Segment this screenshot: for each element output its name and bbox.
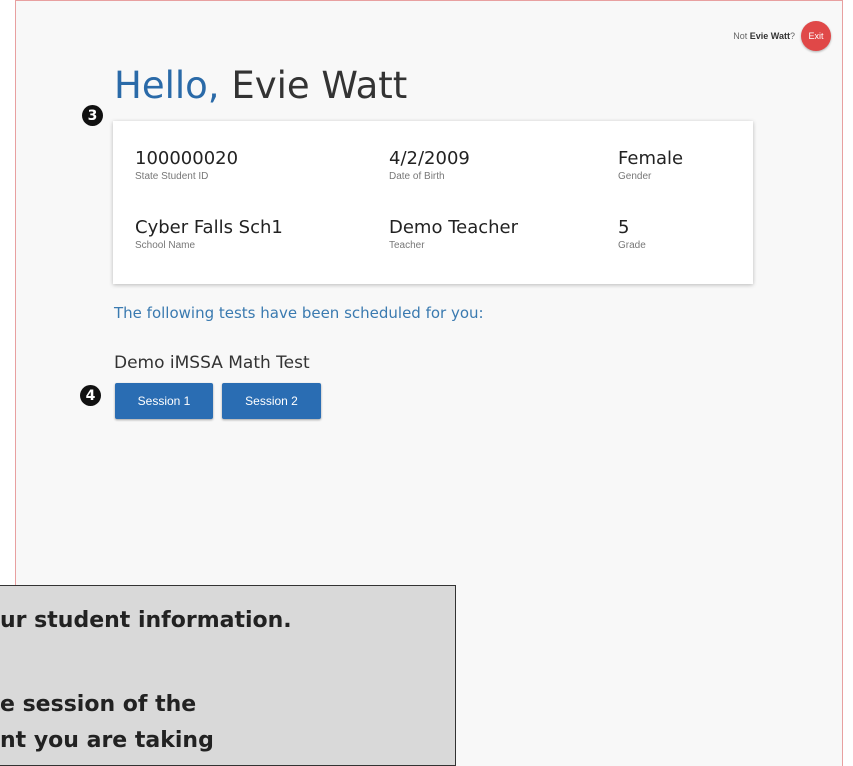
instruction-callout: ur student information. e session of the… [0,585,456,766]
student-info-card: 100000020 State Student ID 4/2/2009 Date… [113,121,753,284]
not-user-text: Not Evie Watt? [733,31,795,41]
gender-value: Female [618,148,684,169]
session-2-button[interactable]: Session 2 [222,383,321,419]
state-student-id-value: 100000020 [135,148,239,169]
step-marker-4: 4 [80,385,101,406]
grade-label: Grade [618,240,646,251]
student-name: Evie Watt [231,64,408,107]
state-student-id-label: State Student ID [135,171,209,182]
date-of-birth-value: 4/2/2009 [389,148,470,169]
not-prefix: Not [733,31,750,41]
scheduled-tests-heading: The following tests have been scheduled … [114,304,484,322]
step-marker-3: 3 [82,105,103,126]
teacher-value: Demo Teacher [389,217,519,238]
not-suffix: ? [789,31,795,41]
date-of-birth-field: 4/2/2009 Date of Birth [389,148,470,182]
teacher-field: Demo Teacher Teacher [389,217,518,251]
callout-line-3: nt you are taking [0,728,214,753]
school-name-field: Cyber Falls Sch1 School Name [135,217,283,251]
callout-line-2: e session of the [0,692,197,717]
exit-button[interactable]: Exit [801,21,831,51]
school-name-value: Cyber Falls Sch1 [135,217,283,238]
grade-field: 5 Grade [618,217,646,251]
test-name: Demo iMSSA Math Test [114,353,310,373]
callout-line-1: ur student information. [0,608,292,633]
school-name-label: School Name [135,240,196,251]
current-user-name: Evie Watt [749,31,790,41]
teacher-label: Teacher [389,240,425,251]
grade-value: 5 [618,217,630,238]
state-student-id-field: 100000020 State Student ID [135,148,238,182]
gender-field: Female Gender [618,148,683,182]
user-bar: Not Evie Watt? Exit [733,21,831,51]
greeting-hello: Hello, [114,64,220,107]
date-of-birth-label: Date of Birth [389,171,445,182]
page-title: Hello, Evie Watt [114,64,407,107]
session-1-button[interactable]: Session 1 [115,383,213,419]
gender-label: Gender [618,171,652,182]
